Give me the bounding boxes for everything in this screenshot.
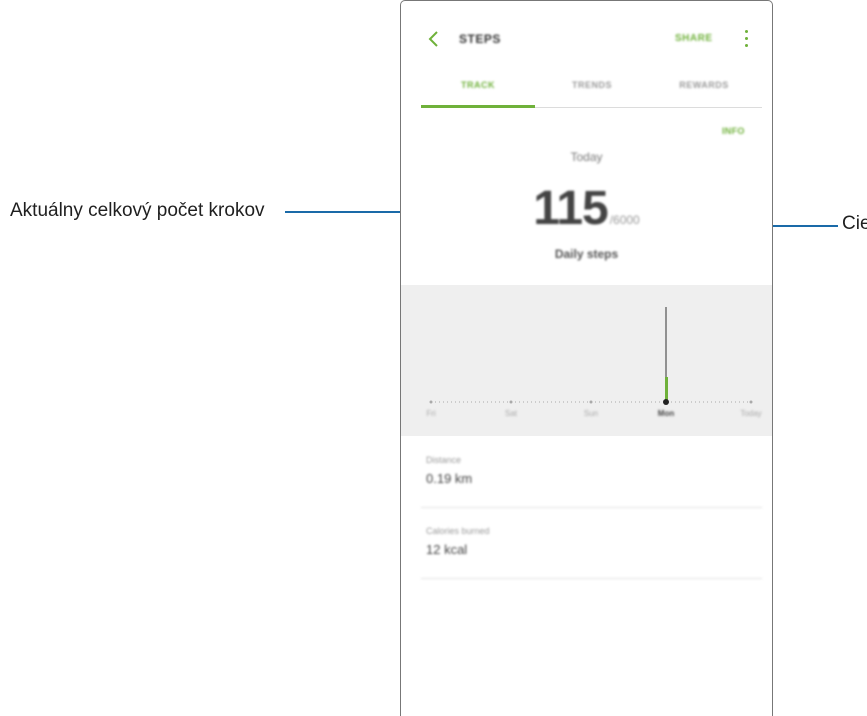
day-dot-1: [509, 400, 513, 404]
more-options-icon[interactable]: [745, 30, 749, 48]
chart-day-label: Fri: [426, 409, 436, 418]
date-label: Today: [570, 150, 603, 164]
chart-day-label: Sat: [504, 409, 517, 418]
tab-track[interactable]: TRACK: [421, 80, 535, 90]
page-title: STEPS: [459, 32, 501, 46]
back-arrow-icon[interactable]: [423, 27, 445, 51]
active-tab-indicator: [421, 105, 535, 108]
phone-screen: STEPS SHARE TRACK TRENDS REWARDS INFO To…: [400, 0, 773, 716]
info-button[interactable]: INFO: [722, 126, 745, 136]
tab-rewards[interactable]: REWARDS: [647, 80, 761, 90]
current-steps-count: 115: [533, 182, 608, 235]
distance-value: 0.19 km: [426, 471, 473, 486]
calories-label: Calories burned: [426, 526, 490, 536]
steps-bar: [665, 377, 668, 401]
callout-goal: Cieľ: [842, 213, 867, 234]
tab-bar: TRACK TRENDS REWARDS: [421, 75, 762, 108]
steps-goal: /6000: [609, 213, 640, 227]
callout-current-steps: Aktuálny celkový počet krokov: [10, 200, 265, 221]
day-dot-2: [589, 400, 593, 404]
distance-stat: Distance 0.19 km: [421, 437, 762, 508]
steps-chart[interactable]: Fri Sat Sun Mon Today: [401, 285, 772, 436]
day-dot-4: [749, 400, 753, 404]
calories-stat: Calories burned 12 kcal: [421, 508, 762, 579]
tab-trends[interactable]: TRENDS: [535, 80, 649, 90]
daily-steps-label: Daily steps: [554, 247, 619, 261]
chart-day-label: Mon: [657, 409, 675, 418]
calories-value: 12 kcal: [426, 542, 468, 557]
share-button[interactable]: SHARE: [675, 33, 713, 44]
app-bar: STEPS SHARE: [401, 1, 772, 83]
day-dot-selected: [663, 399, 669, 405]
chart-day-label: Today: [740, 409, 762, 418]
chart-day-label: Sun: [583, 409, 599, 418]
distance-label: Distance: [426, 455, 462, 465]
steps-summary: 115/6000: [401, 181, 772, 236]
day-dot-0: [429, 400, 433, 404]
